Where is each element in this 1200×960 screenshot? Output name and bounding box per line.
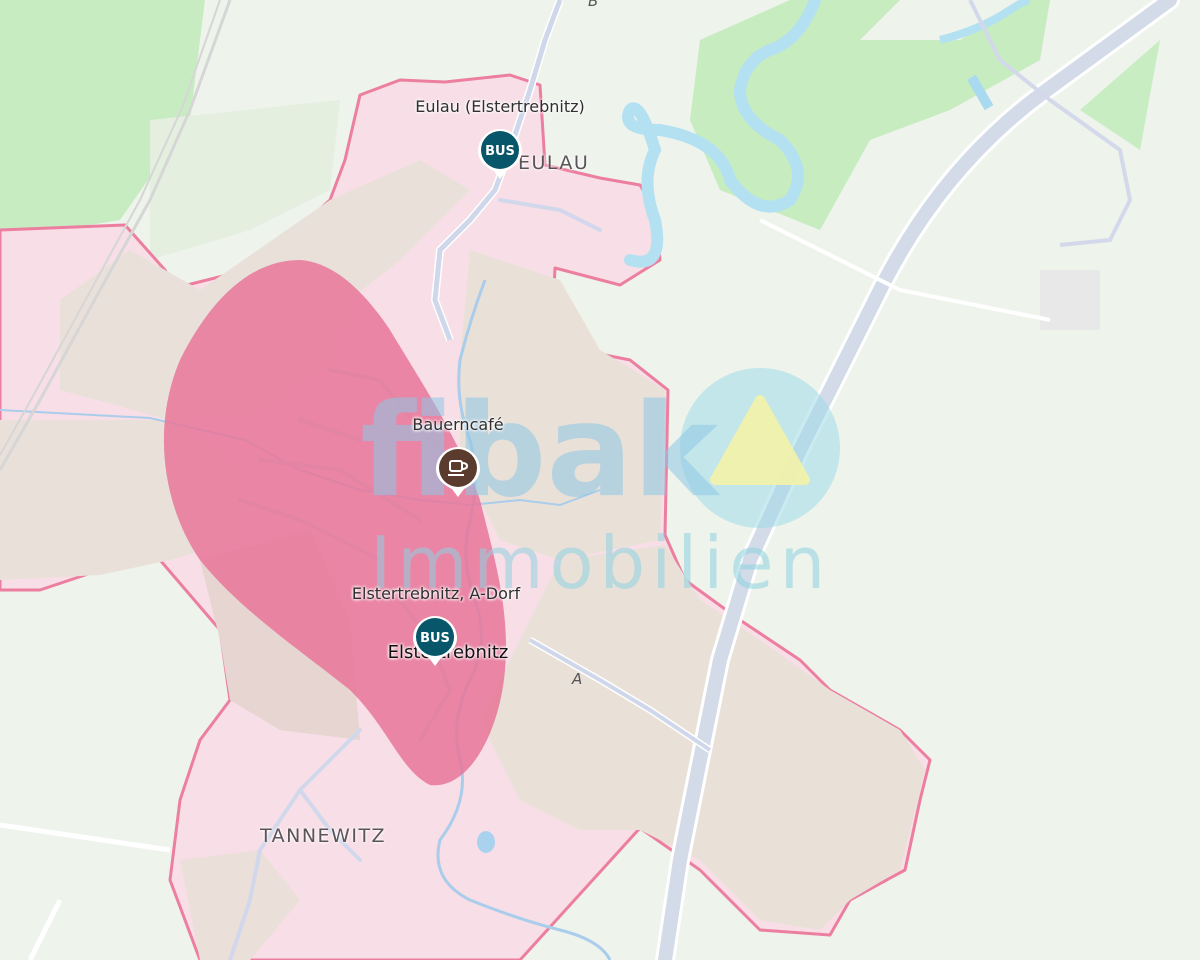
poi-label-a-dorf-bus-stop: Elstertrebnitz, A-Dorf [351, 584, 521, 603]
cafe-marker[interactable] [434, 445, 482, 499]
poi-label-bauerncafe: Bauerncafé [412, 415, 504, 434]
poi-label-eulau-bus-stop: Eulau (Elstertrebnitz) [415, 97, 585, 116]
map-view[interactable]: fibak Immobilien B A EULAU TANNEWITZ Eul… [0, 0, 1200, 960]
road [27, 898, 63, 960]
pond [477, 831, 495, 853]
road-label-b: B [588, 0, 599, 10]
bus-stop-marker[interactable]: BUS [476, 127, 524, 181]
bus-icon: BUS [485, 144, 515, 159]
road-label-a: A [572, 670, 583, 688]
road [0, 822, 171, 853]
place-label-tannewitz: TANNEWITZ [260, 825, 387, 847]
place-label-eulau: EULAU [518, 152, 590, 174]
map-canvas [0, 0, 1180, 960]
settlement-area [460, 250, 665, 560]
bus-stop-marker[interactable]: BUS [411, 614, 459, 668]
bus-icon: BUS [420, 631, 450, 646]
